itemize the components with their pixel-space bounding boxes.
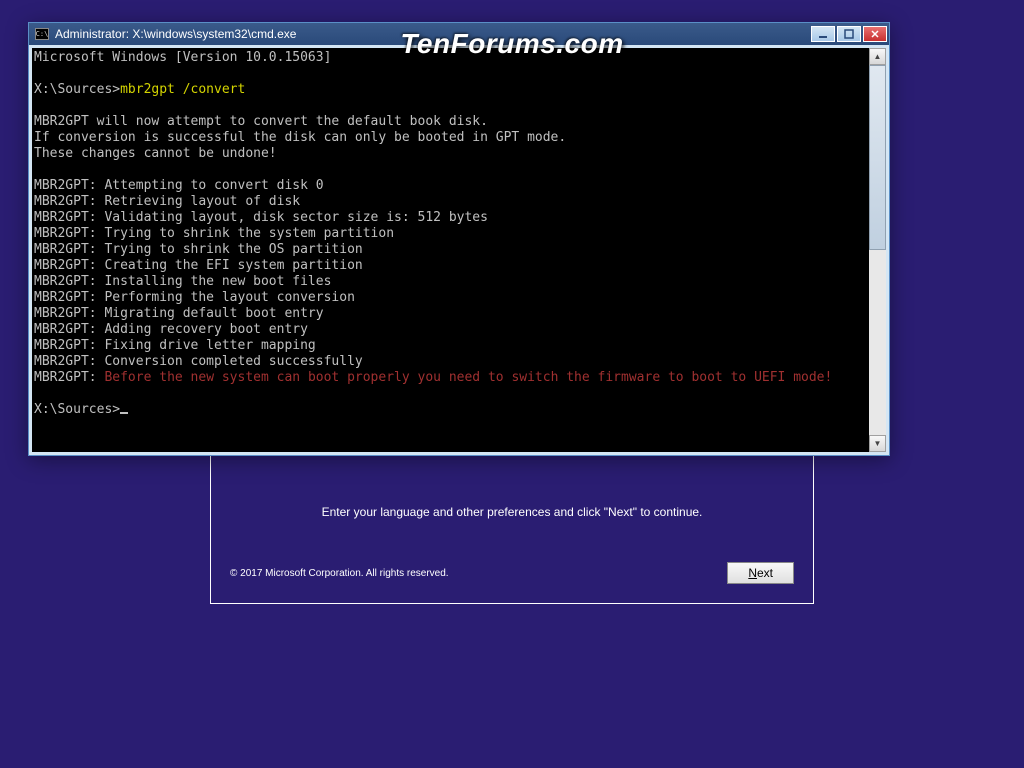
prompt-path: X:\Sources> (34, 82, 120, 97)
output-line: MBR2GPT: Attempting to convert disk 0 (34, 178, 867, 194)
output-line: These changes cannot be undone! (34, 146, 867, 162)
output-line: MBR2GPT: Installing the new boot files (34, 274, 867, 290)
output-line: If conversion is successful the disk can… (34, 130, 867, 146)
output-line: MBR2GPT: Performing the layout conversio… (34, 290, 867, 306)
maximize-icon (844, 29, 854, 39)
minimize-button[interactable] (811, 26, 835, 42)
scrollbar-thumb[interactable] (869, 65, 886, 250)
output-line: MBR2GPT: Fixing drive letter mapping (34, 338, 867, 354)
output-line: MBR2GPT: Trying to shrink the system par… (34, 226, 867, 242)
output-line: MBR2GPT: Retrieving layout of disk (34, 194, 867, 210)
cursor-icon (120, 412, 128, 414)
vertical-scrollbar[interactable]: ▲ ▼ (869, 48, 886, 452)
typed-command: mbr2gpt /convert (120, 82, 245, 97)
output-line: MBR2GPT: Adding recovery boot entry (34, 322, 867, 338)
warning-message: Before the new system can boot properly … (104, 370, 832, 385)
output-line: MBR2GPT: Validating layout, disk sector … (34, 210, 867, 226)
copyright-text: © 2017 Microsoft Corporation. All rights… (230, 568, 449, 579)
maximize-button[interactable] (837, 26, 861, 42)
next-button-label: ext (757, 566, 773, 580)
output-line: MBR2GPT: Trying to shrink the OS partiti… (34, 242, 867, 258)
close-icon (870, 29, 880, 39)
output-prefix: MBR2GPT: (34, 370, 104, 385)
setup-instruction-text: Enter your language and other preference… (218, 505, 806, 519)
minimize-icon (818, 29, 828, 39)
terminal-output[interactable]: Microsoft Windows [Version 10.0.15063] X… (32, 48, 869, 452)
output-line: MBR2GPT: Conversion completed successful… (34, 354, 867, 370)
output-line: MBR2GPT: Creating the EFI system partiti… (34, 258, 867, 274)
scrollbar-track[interactable] (869, 65, 886, 435)
scroll-up-button[interactable]: ▲ (869, 48, 886, 65)
scroll-down-button[interactable]: ▼ (869, 435, 886, 452)
prompt-path: X:\Sources> (34, 402, 120, 417)
cmd-icon: C:\ (35, 28, 49, 40)
cmd-window: C:\ Administrator: X:\windows\system32\c… (28, 22, 890, 456)
next-button[interactable]: Next (727, 562, 794, 584)
output-line: MBR2GPT will now attempt to convert the … (34, 114, 867, 130)
watermark-text: TenForums.com (400, 28, 623, 60)
close-button[interactable] (863, 26, 887, 42)
output-line: MBR2GPT: Migrating default boot entry (34, 306, 867, 322)
